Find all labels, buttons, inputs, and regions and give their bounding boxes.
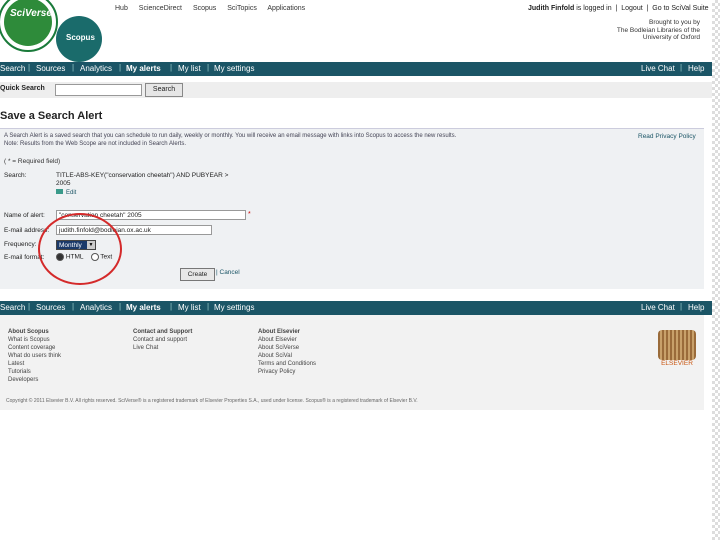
goto-scival-link[interactable]: Go to SciVal Suite (652, 5, 708, 12)
nav-sources[interactable]: Sources (36, 64, 65, 73)
footer (0, 315, 704, 410)
footer-about-elsevier: About Elsevier About Elsevier About SciV… (258, 328, 316, 376)
footer-nav-help[interactable]: Help (688, 303, 704, 312)
logout-link[interactable]: Logout (621, 5, 642, 12)
footer-nav-search[interactable]: Search (0, 303, 25, 312)
elsevier-logo-text: ELSEVIER (661, 360, 693, 367)
footer-link[interactable]: Privacy Policy (258, 368, 316, 376)
footer-link[interactable]: What do users think (8, 352, 61, 360)
nav-my-list[interactable]: My list (178, 64, 201, 73)
elsevier-tree-icon (658, 330, 696, 360)
footer-link[interactable]: Terms and Conditions (258, 360, 316, 368)
search-query: TITLE-ABS-KEY("conservation cheetah") AN… (56, 172, 246, 188)
brought-line: The Bodleian Libraries of the (616, 26, 700, 34)
top-nav-sciencedirect[interactable]: ScienceDirect (139, 5, 182, 12)
footer-link[interactable]: About Elsevier (258, 336, 316, 344)
page-title: Save a Search Alert (0, 110, 103, 122)
alert-note: Note: Results from the Web Scope are not… (4, 141, 186, 147)
edit-icon (56, 189, 63, 194)
cancel-link[interactable]: | Cancel (216, 269, 240, 276)
brought-line: University of Oxford (642, 34, 700, 41)
alert-description: A Search Alert is a saved search that yo… (4, 133, 457, 139)
quick-search-button[interactable]: Search (145, 83, 183, 97)
scopus-logo[interactable]: Scopus (56, 16, 102, 62)
user-info: Judith Finfold is logged in | Logout | G… (528, 5, 709, 12)
copyright-text: Copyright © 2011 Elsevier B.V. All right… (6, 398, 418, 404)
brought-line: Brought to you by (649, 19, 700, 26)
footer-nav-sources[interactable]: Sources (36, 303, 65, 312)
nav-live-chat[interactable]: Live Chat (641, 64, 675, 73)
quick-search-label: Quick Search (0, 85, 45, 92)
quick-search-bar: Quick Search Search (0, 82, 712, 98)
annotation-circle (38, 213, 122, 285)
main-nav-bar: Search | Sources | Analytics | My alerts… (0, 62, 712, 76)
alert-name-label: Name of alert: (4, 212, 45, 219)
nav-my-settings[interactable]: My settings (214, 64, 254, 73)
logo-area: SciVerse Scopus (0, 0, 110, 62)
footer-nav-bar: Search | Sources | Analytics | My alerts… (0, 301, 712, 315)
footer-contact: Contact and Support Contact and support … (133, 328, 192, 352)
footer-nav-my-alerts[interactable]: My alerts (126, 303, 161, 312)
create-button[interactable]: Create (180, 268, 215, 281)
required-asterisk: * (248, 211, 251, 218)
brought-by-text: Brought to you by The Bodleian Libraries… (570, 19, 700, 42)
footer-nav-analytics[interactable]: Analytics (80, 303, 112, 312)
edit-search-link[interactable]: Edit (56, 189, 76, 196)
sciverse-logo-text: SciVerse (10, 8, 52, 19)
sciverse-logo[interactable]: SciVerse (0, 0, 58, 52)
footer-link[interactable]: About SciVerse (258, 344, 316, 352)
top-nav-scopus[interactable]: Scopus (193, 5, 216, 12)
login-status: is logged in (576, 5, 612, 12)
footer-heading: About Scopus (8, 329, 49, 335)
footer-link[interactable]: What is Scopus (8, 336, 61, 344)
footer-heading: Contact and Support (133, 329, 193, 335)
elsevier-logo[interactable]: ELSEVIER (658, 330, 696, 370)
footer-link[interactable]: Latest (8, 360, 61, 368)
top-nav-hub[interactable]: Hub (115, 5, 128, 12)
top-nav: Hub ScienceDirect Scopus SciTopics Appli… (115, 5, 314, 12)
search-query-text: TITLE-ABS-KEY("conservation cheetah") AN… (56, 172, 229, 179)
footer-link[interactable]: Live Chat (133, 344, 192, 352)
nav-analytics[interactable]: Analytics (80, 64, 112, 73)
page-edge-pattern (712, 0, 720, 540)
top-nav-scitopics[interactable]: SciTopics (227, 5, 257, 12)
footer-about-scopus: About Scopus What is Scopus Content cove… (8, 328, 61, 384)
search-query-year: 2005 (56, 180, 71, 187)
footer-link[interactable]: Contact and support (133, 336, 192, 344)
footer-link[interactable]: Tutorials (8, 368, 61, 376)
quick-search-input[interactable] (55, 84, 142, 96)
footer-heading: About Elsevier (258, 329, 301, 335)
privacy-policy-link[interactable]: Read Privacy Policy (638, 133, 696, 140)
nav-help[interactable]: Help (688, 64, 704, 73)
user-name: Judith Finfold (528, 5, 575, 12)
scopus-logo-text: Scopus (66, 33, 95, 42)
required-note: ( * = Required field) (4, 158, 61, 165)
edit-label: Edit (66, 190, 77, 196)
search-label: Search: (4, 172, 27, 179)
frequency-label: Frequency: (4, 241, 37, 248)
top-nav-applications[interactable]: Applications (267, 5, 305, 12)
nav-my-alerts[interactable]: My alerts (126, 64, 161, 73)
nav-search[interactable]: Search (0, 64, 25, 73)
footer-link[interactable]: About SciVal (258, 352, 316, 360)
footer-link[interactable]: Developers (8, 376, 61, 384)
footer-link[interactable]: Content coverage (8, 344, 61, 352)
cancel-label: Cancel (219, 269, 240, 276)
footer-nav-my-list[interactable]: My list (178, 303, 201, 312)
footer-nav-live-chat[interactable]: Live Chat (641, 303, 675, 312)
footer-nav-my-settings[interactable]: My settings (214, 303, 254, 312)
